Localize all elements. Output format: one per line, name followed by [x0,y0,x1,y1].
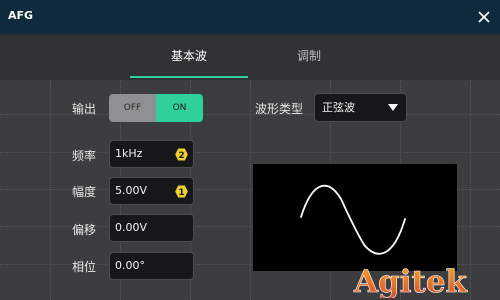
knob-1-badge-icon: 1 [175,185,188,198]
waveform-preview [253,164,457,271]
dropdown-caret-icon [388,104,398,111]
frequency-label: 频率 [72,149,97,163]
amplitude-label: 幅度 [72,185,97,199]
tab-modulation[interactable]: 调制 [250,34,368,78]
active-tab-indicator [130,76,248,78]
agitek-logo-text: Agitek [353,264,469,298]
output-label: 输出 [72,102,97,116]
grid-line [50,80,51,300]
offset-value: 0.00V [115,221,148,234]
waveform-type-label: 波形类型 [255,102,304,116]
offset-field[interactable]: 0.00V [109,214,194,242]
output-on-button[interactable]: ON [156,94,203,122]
close-button[interactable] [474,7,494,27]
close-icon [478,11,490,23]
offset-label: 偏移 [72,223,97,237]
tab-basic-wave[interactable]: 基本波 [130,34,248,78]
amplitude-field[interactable]: 5.00V 1 [109,177,194,205]
frequency-badge-number: 2 [178,151,184,161]
amplitude-badge-number: 1 [178,188,184,198]
waveform-type-select[interactable]: 正弦波 [314,93,407,122]
phase-value: 0.00° [115,259,145,272]
frequency-field[interactable]: 1kHz 2 [109,140,194,168]
agitek-logo: Agitek [353,264,469,298]
app-title: AFG [8,9,34,22]
output-off-button[interactable]: OFF [109,94,156,122]
sine-wave-icon [300,184,406,255]
amplitude-value: 5.00V [115,184,148,197]
phase-label: 相位 [72,260,97,274]
tab-bar: 基本波 调制 [0,34,500,80]
phase-field[interactable]: 0.00° [109,252,194,280]
grid-line [250,80,251,300]
waveform-type-value: 正弦波 [322,101,355,114]
output-toggle[interactable]: OFF ON [109,94,203,122]
title-bar: AFG [0,0,500,34]
knob-2-badge-icon: 2 [175,148,188,161]
frequency-value: 1kHz [115,147,143,160]
